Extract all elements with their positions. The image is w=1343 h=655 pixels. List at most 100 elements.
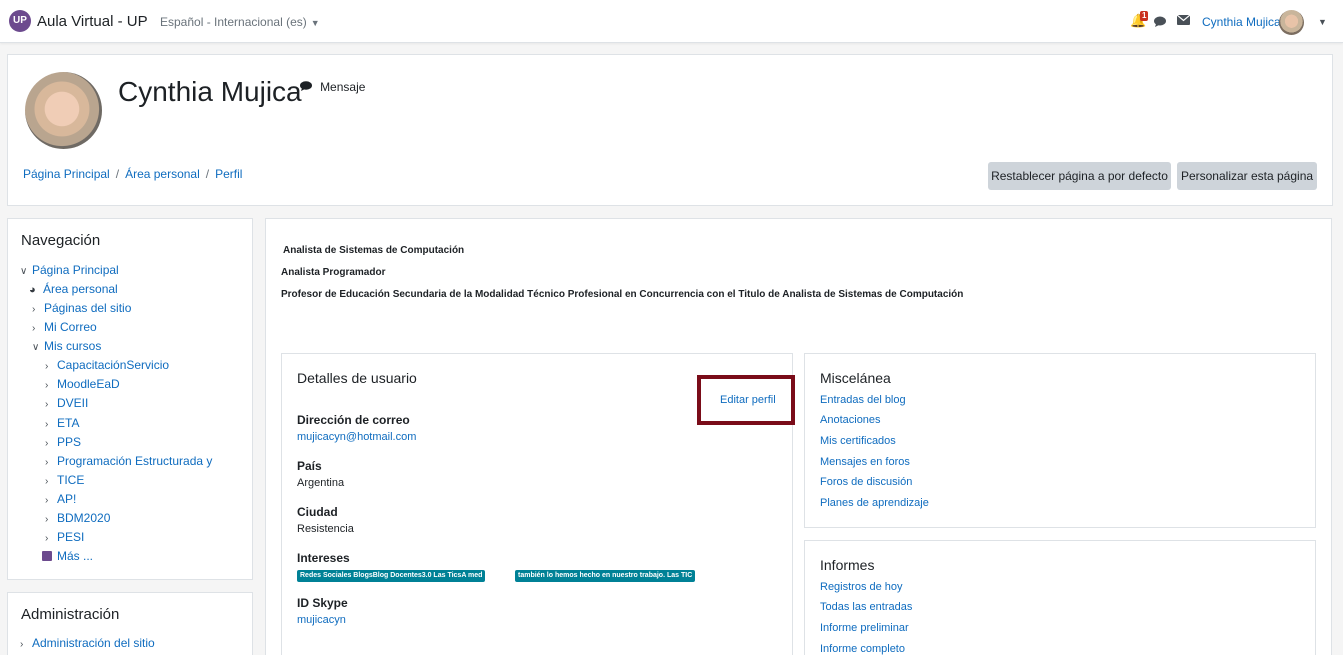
chevron-right-icon: › — [45, 399, 49, 410]
nav-item-mail[interactable]: › Mi Correo — [32, 320, 97, 334]
chevron-right-icon: › — [45, 380, 49, 391]
edit-profile-link[interactable]: Editar perfil — [720, 394, 776, 406]
chevron-right-icon: › — [20, 639, 24, 650]
nav-item-label: Mi Correo — [44, 320, 97, 334]
misc-link[interactable]: Mensajes en foros — [820, 456, 910, 468]
breadcrumb-separator: / — [115, 167, 120, 181]
misc-link[interactable]: Planes de aprendizaje — [820, 497, 929, 509]
more-icon — [42, 551, 52, 561]
misc-link[interactable]: Mis certificados — [820, 435, 896, 447]
city-label: Ciudad — [297, 505, 338, 519]
nav-item-home[interactable]: ∨ Página Principal — [20, 263, 119, 277]
chevron-down-icon[interactable]: ▼ — [1318, 17, 1327, 27]
chat-icon[interactable] — [1154, 15, 1166, 30]
nav-item-label: Mis cursos — [44, 339, 102, 353]
description-line: Profesor de Educación Secundaria de la M… — [281, 289, 964, 300]
breadcrumb-dashboard[interactable]: Área personal — [125, 167, 200, 181]
misc-link[interactable]: Entradas del blog — [820, 394, 906, 406]
user-menu-name[interactable]: Cynthia Mujica — [1202, 15, 1281, 29]
reports-card — [804, 540, 1316, 655]
profile-avatar — [25, 72, 102, 149]
nav-item-course[interactable]: › MoodleEaD — [45, 377, 120, 391]
chat-bubble-icon — [1154, 16, 1166, 27]
top-navbar: UP Aula Virtual - UP Español - Internaci… — [0, 0, 1343, 43]
chevron-right-icon: › — [45, 533, 49, 544]
nav-item-course[interactable]: › PPS — [45, 435, 81, 449]
chevron-down-icon: ∨ — [20, 266, 28, 277]
reports-link[interactable]: Registros de hoy — [820, 581, 903, 593]
nav-item-label: DVEII — [57, 396, 89, 410]
site-logo[interactable]: UP — [9, 10, 31, 32]
nav-item-course[interactable]: › TICE — [45, 473, 84, 487]
nav-item-course[interactable]: › AP! — [45, 492, 76, 506]
nav-item-label: Programación Estructurada y — [57, 454, 213, 468]
chevron-right-icon: › — [45, 438, 49, 449]
page-title: Cynthia Mujica — [118, 76, 302, 107]
nav-item-label: PPS — [57, 435, 82, 449]
nav-item-site-pages[interactable]: › Páginas del sitio — [32, 301, 131, 315]
envelope-icon — [1176, 14, 1191, 25]
nav-item-site-admin[interactable]: › Administración del sitio — [20, 636, 155, 650]
interest-tag[interactable]: también lo hemos hecho en nuestro trabaj… — [515, 570, 696, 582]
reports-link[interactable]: Informe completo — [820, 643, 905, 655]
nav-item-course[interactable]: › DVEII — [45, 396, 88, 410]
nav-item-course[interactable]: › PESI — [45, 530, 84, 544]
interests-label: Intereses — [297, 551, 350, 565]
nav-item-dashboard[interactable]: ◕ Área personal — [29, 282, 118, 296]
nav-item-course[interactable]: › ETA — [45, 416, 79, 430]
misc-link[interactable]: Foros de discusión — [820, 476, 912, 488]
email-link[interactable]: mujicacyn@hotmail.com — [297, 431, 416, 443]
nav-item-label: PESI — [57, 530, 85, 544]
skype-link[interactable]: mujicacyn — [297, 614, 346, 626]
breadcrumb-home[interactable]: Página Principal — [23, 167, 110, 181]
reports-link[interactable]: Informe preliminar — [820, 622, 909, 634]
nav-item-label: AP! — [57, 492, 77, 506]
page-header: Cynthia Mujica Mensaje Página Principal /… — [7, 54, 1333, 206]
site-name[interactable]: Aula Virtual - UP — [37, 13, 148, 30]
administration-title: Administración — [21, 606, 120, 623]
nav-item-label: ETA — [57, 416, 80, 430]
notification-badge: 1 — [1140, 11, 1149, 21]
chevron-right-icon: › — [45, 514, 49, 525]
reports-link[interactable]: Todas las entradas — [820, 601, 912, 613]
nav-item-course[interactable]: › BDM2020 — [45, 511, 110, 525]
nav-item-more[interactable]: Más ... — [42, 549, 93, 563]
customize-page-button[interactable]: Personalizar esta página — [1177, 162, 1317, 190]
reset-page-button[interactable]: Restablecer página a por defecto — [988, 162, 1171, 190]
nav-item-my-courses[interactable]: ∨ Mis cursos — [32, 339, 101, 353]
nav-item-label: CapacitaciónServicio — [57, 358, 170, 372]
misc-link[interactable]: Anotaciones — [820, 414, 881, 426]
chevron-down-icon: ▼ — [310, 18, 320, 28]
nav-item-label: Más ... — [57, 549, 94, 563]
email-label: Dirección de correo — [297, 413, 410, 427]
user-details-title: Detalles de usuario — [297, 370, 417, 386]
chevron-right-icon: › — [45, 457, 49, 468]
mail-icon[interactable] — [1176, 13, 1191, 28]
nav-item-course[interactable]: › Programación Estructurada y — [45, 454, 212, 468]
user-avatar[interactable] — [1279, 10, 1304, 35]
language-label: Español - Internacional (es) — [160, 15, 307, 29]
nav-item-label: Administración del sitio — [32, 636, 155, 650]
message-label: Mensaje — [320, 80, 366, 94]
description-line: Analista Programador — [281, 267, 386, 278]
language-menu[interactable]: Español - Internacional (es) ▼ — [160, 15, 320, 29]
chevron-down-icon: ∨ — [32, 342, 40, 353]
chat-icon — [300, 81, 315, 94]
nav-item-course[interactable]: › CapacitaciónServicio — [45, 358, 169, 372]
nav-item-label: Área personal — [43, 282, 118, 296]
chevron-right-icon: › — [45, 495, 49, 506]
nav-item-label: MoodleEaD — [57, 377, 120, 391]
breadcrumb-profile[interactable]: Perfil — [215, 167, 242, 181]
country-label: País — [297, 459, 322, 473]
description-line: Analista de Sistemas de Computación — [283, 245, 465, 256]
city-value: Resistencia — [297, 523, 354, 535]
nav-item-label: BDM2020 — [57, 511, 111, 525]
chevron-right-icon: › — [32, 304, 36, 315]
breadcrumb-separator: / — [205, 167, 210, 181]
country-value: Argentina — [297, 477, 345, 489]
chevron-right-icon: › — [45, 361, 49, 372]
message-button[interactable]: Mensaje — [300, 80, 365, 94]
nav-item-label: Página Principal — [32, 263, 119, 277]
dashboard-icon: ◕ — [29, 284, 36, 296]
interest-tag[interactable]: Redes Sociales BlogsBlog Docentes3.0 Las… — [297, 570, 486, 582]
